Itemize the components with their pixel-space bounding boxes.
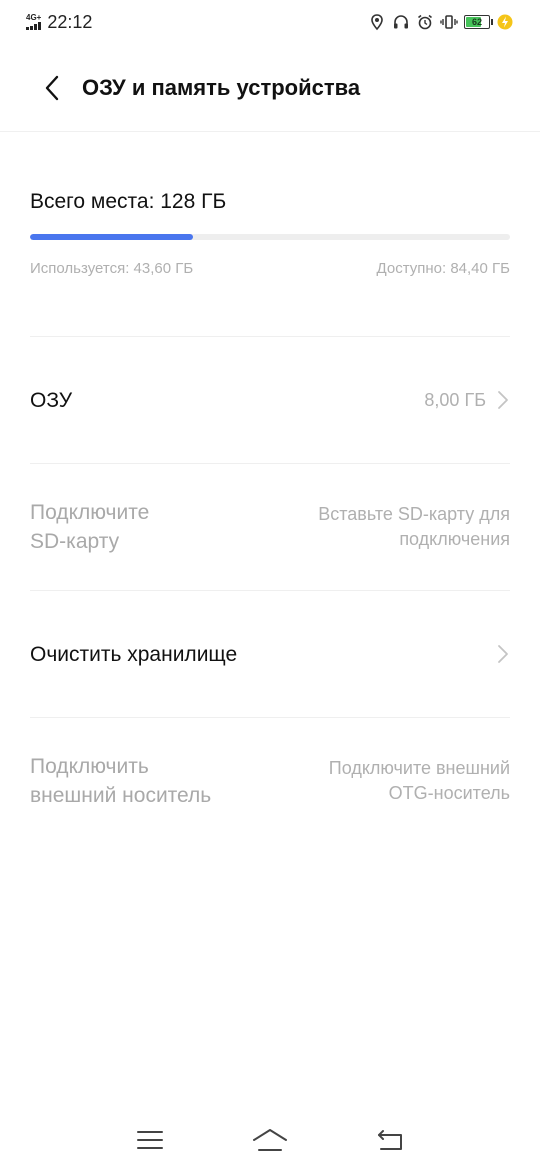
list-item-clean-storage[interactable]: Очистить хранилище (30, 590, 510, 717)
status-time: 22:12 (47, 11, 93, 32)
external-storage-title-line1: Подключить (30, 755, 149, 778)
chevron-right-icon (498, 645, 508, 663)
storage-used: Используется: 43,60 ГБ (30, 260, 194, 277)
headphones-icon (394, 15, 408, 29)
chevron-right-icon (498, 391, 508, 409)
screen: 4G+ 22:12 62 ОЗУ и память устройства Все… (0, 0, 540, 1170)
external-storage-title: Подключить внешний носитель (30, 752, 230, 810)
storage-meta: Используется: 43,60 ГБ Доступно: 84,40 Г… (30, 260, 510, 277)
status-left: 4G+ 22:12 (26, 12, 92, 33)
ram-right: 8,00 ГБ (424, 388, 510, 413)
location-pin-icon (371, 14, 383, 31)
sd-card-title-line2: SD-карту (30, 530, 120, 553)
storage-progress-fill (30, 234, 194, 240)
network-indicator: 4G+ (26, 14, 41, 30)
storage-progress-bar (30, 234, 510, 240)
sd-card-title: Подключите SD-карту (30, 498, 230, 556)
home-button[interactable] (245, 1120, 295, 1160)
return-button[interactable] (365, 1120, 415, 1160)
navigation-bar (0, 1110, 540, 1170)
header: ОЗУ и память устройства (0, 44, 540, 132)
menu-icon (137, 1131, 163, 1149)
sd-card-value-line1: Вставьте SD-карту для (318, 504, 510, 524)
storage-summary: Всего места: 128 ГБ Используется: 43,60 … (30, 190, 510, 277)
battery-level: 62 (471, 17, 482, 27)
clean-storage-right (496, 643, 510, 665)
menu-button[interactable] (125, 1120, 175, 1160)
back-button[interactable] (22, 58, 82, 118)
chevron-left-icon (45, 75, 59, 100)
list-item-sd-card: Подключите SD-карту Вставьте SD-карту дл… (30, 463, 510, 590)
external-storage-title-line2: внешний носитель (30, 784, 212, 807)
network-type: 4G+ (26, 13, 42, 22)
list-item-ram[interactable]: ОЗУ 8,00 ГБ (30, 336, 510, 463)
signal-icon (26, 22, 41, 30)
alarm-clock-icon (418, 14, 432, 30)
ram-title: ОЗУ (30, 388, 73, 412)
external-storage-value: Подключите внешний OTG-носитель (270, 756, 510, 806)
home-icon (253, 1129, 287, 1151)
sd-card-title-line1: Подключите (30, 501, 150, 524)
storage-available: Доступно: 84,40 ГБ (376, 260, 510, 277)
battery-icon: 62 (464, 15, 493, 29)
status-bar: 4G+ 22:12 62 (0, 0, 540, 44)
back-arrow-icon (378, 1130, 402, 1150)
ram-value: 8,00 ГБ (424, 389, 486, 410)
lightning-icon (497, 14, 513, 30)
external-storage-value-line2: OTG-носитель (388, 783, 510, 803)
sd-card-value: Вставьте SD-карту для подключения (270, 502, 510, 552)
external-storage-value-line1: Подключите внешний (328, 758, 510, 778)
status-right: 62 (368, 13, 514, 31)
settings-list: ОЗУ 8,00 ГБ Подключите SD-карту Вставьте… (30, 336, 510, 844)
clean-storage-title: Очистить хранилище (30, 642, 238, 666)
list-item-external-storage: Подключить внешний носитель Подключите в… (30, 717, 510, 844)
storage-total: Всего места: 128 ГБ (30, 190, 227, 213)
sd-card-value-line2: подключения (399, 529, 510, 549)
page-title: ОЗУ и память устройства (82, 74, 361, 100)
vibrate-icon (440, 15, 458, 29)
